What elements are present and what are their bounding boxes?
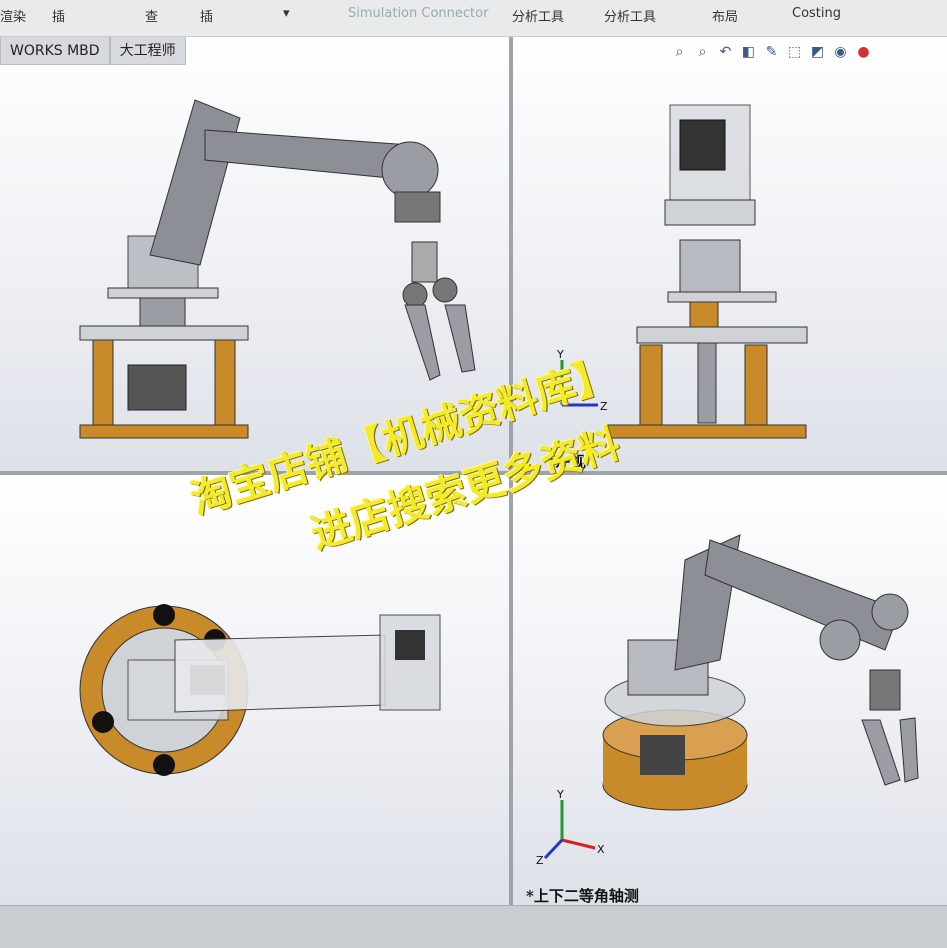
viewport-label-isometric: *上下二等角轴测 [526,887,639,905]
axis-label-y: Y [556,348,564,361]
bottom-status-strip [0,905,947,948]
viewport-label-left-view: *左视 [548,453,586,471]
robot-left-view [607,104,808,439]
robot-front-view [79,99,476,439]
axis-label-z-iso: Z [536,854,544,867]
axis-triad-left-view: Y Z [556,348,608,413]
robot-top-view [79,604,441,776]
axis-label-z: Z [600,400,608,413]
axis-triad-isometric: Y X Z [536,788,605,867]
axis-label-y-iso: Y [556,788,564,801]
robot-isometric-view [602,534,919,811]
model-graphics: Y Z Y X Z [79,99,919,867]
axis-label-x-iso: X [597,843,605,856]
